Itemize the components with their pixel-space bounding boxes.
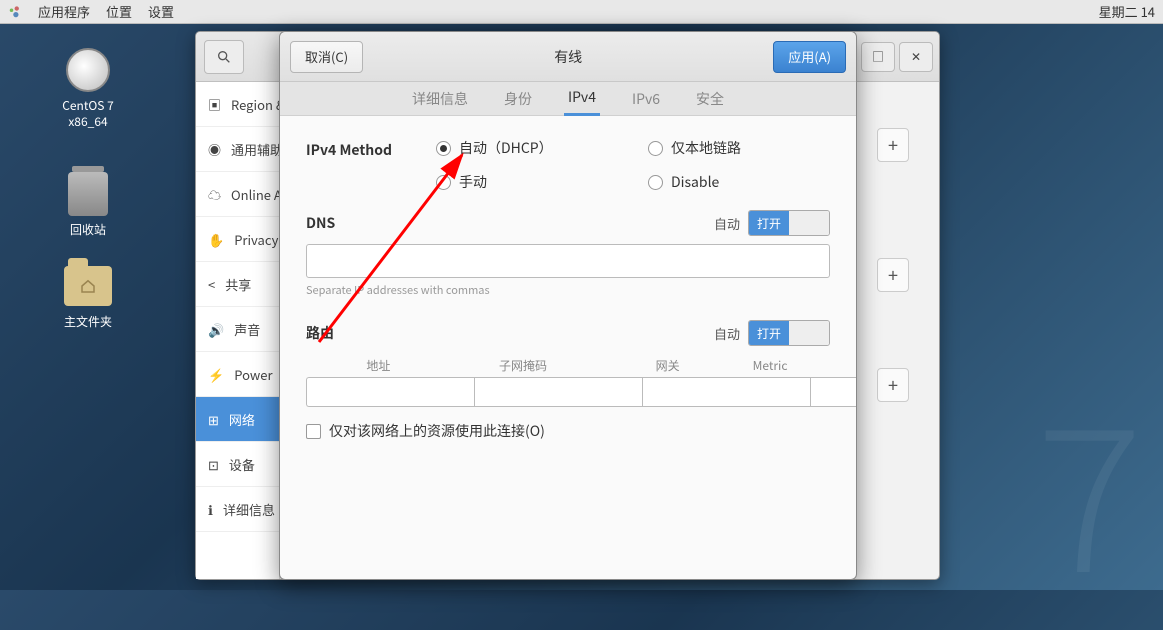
trash-icon [68, 172, 108, 216]
desktop-icon-label: 主文件夹 [48, 314, 128, 330]
desktop-icon-label: x86_64 [48, 114, 128, 130]
tab-identity[interactable]: 身份 [500, 83, 536, 115]
route-metric-input[interactable] [810, 377, 856, 407]
folder-icon [64, 266, 112, 306]
settings-sidebar: ▣Region & Language ◉通用辅助 ☁Online Account… [196, 82, 280, 579]
add-connection-button[interactable]: + [877, 128, 909, 162]
sidebar-item-share[interactable]: <共享 [196, 262, 279, 307]
only-this-network-label: 仅对该网络上的资源使用此连接(O) [329, 421, 545, 441]
tab-ipv4[interactable]: IPv4 [564, 81, 600, 116]
camera-icon: ▣ [208, 95, 221, 114]
radio-dot-icon [648, 175, 663, 190]
dialog-titlebar: 取消(C) 有线 应用(A) [280, 32, 856, 82]
dialog-title: 有线 [363, 47, 773, 67]
hand-icon: ✋ [208, 230, 224, 249]
search-button[interactable] [204, 40, 244, 74]
sidebar-item-accessibility[interactable]: ◉通用辅助 [196, 127, 279, 172]
routes-auto-label: 自动 [714, 324, 740, 343]
sidebar-item-sound[interactable]: 🔊声音 [196, 307, 279, 352]
route-col-addr: 地址 [306, 354, 451, 377]
sidebar-item-power[interactable]: ⚡Power [196, 352, 279, 397]
route-col-mask: 子网掩码 [451, 354, 596, 377]
sidebar-item-info[interactable]: ℹ详细信息 [196, 487, 279, 532]
desktop-icon-label: CentOS 7 [48, 98, 128, 114]
sidebar-item-region[interactable]: ▣Region & Language [196, 82, 279, 127]
only-this-network-checkbox[interactable] [306, 424, 321, 439]
menu-places[interactable]: 位置 [106, 2, 132, 21]
radio-link-local[interactable]: 仅本地链路 [648, 138, 830, 158]
close-button[interactable]: ✕ [899, 42, 933, 72]
radio-manual[interactable]: 手动 [436, 172, 618, 192]
clock[interactable]: 星期二 14 [1099, 2, 1155, 21]
dns-hint: Separate IP addresses with commas [306, 282, 830, 298]
radio-auto-dhcp[interactable]: 自动（DHCP） [436, 138, 618, 158]
power-icon: ⚡ [208, 365, 224, 384]
radio-dot-icon [436, 141, 451, 156]
apply-button[interactable]: 应用(A) [773, 41, 846, 73]
radio-dot-icon [648, 141, 663, 156]
routes-auto-toggle[interactable]: 打开 [748, 320, 830, 346]
cancel-button[interactable]: 取消(C) [290, 41, 363, 73]
sidebar-item-online[interactable]: ☁Online Accounts [196, 172, 279, 217]
devices-icon: ⊡ [208, 455, 219, 474]
top-menubar: 应用程序 位置 设置 星期二 14 [0, 0, 1163, 24]
dns-auto-toggle[interactable]: 打开 [748, 210, 830, 236]
route-row [306, 377, 830, 407]
network-icon: ⊞ [208, 410, 219, 429]
route-gw-input[interactable] [642, 377, 810, 407]
desktop-icon-home[interactable]: 主文件夹 [48, 262, 128, 330]
maximize-button[interactable]: □ [861, 42, 895, 72]
tab-ipv6[interactable]: IPv6 [628, 83, 664, 115]
desktop-icon-trash[interactable]: 回收站 [48, 170, 128, 238]
sound-icon: 🔊 [208, 320, 224, 339]
watermark-7: 7 [1036, 340, 1143, 630]
connection-dialog: 取消(C) 有线 应用(A) 详细信息 身份 IPv4 IPv6 安全 IPv4… [279, 31, 857, 580]
radio-disable[interactable]: Disable [648, 172, 830, 192]
add-connection-button[interactable]: + [877, 258, 909, 292]
share-icon: < [208, 275, 215, 294]
routes-label: 路由 [306, 323, 334, 343]
sidebar-item-devices[interactable]: ⊡设备 [196, 442, 279, 487]
disc-icon [66, 48, 110, 92]
cloud-icon: ☁ [208, 185, 221, 204]
menu-settings[interactable]: 设置 [148, 2, 174, 21]
add-connection-button[interactable]: + [877, 368, 909, 402]
desktop-icon-centos-disc[interactable]: CentOS 7 x86_64 [48, 46, 128, 129]
tab-details[interactable]: 详细信息 [408, 83, 472, 115]
sidebar-item-network[interactable]: ⊞网络 [196, 397, 279, 442]
route-mask-input[interactable] [474, 377, 642, 407]
dns-label: DNS [306, 213, 335, 233]
accessibility-icon: ◉ [208, 140, 221, 159]
search-icon [216, 49, 232, 65]
tab-security[interactable]: 安全 [692, 83, 728, 115]
route-addr-input[interactable] [306, 377, 474, 407]
route-col-gw: 网关 [595, 354, 740, 377]
dialog-body: IPv4 Method 自动（DHCP） 仅本地链路 手动 Disable DN… [280, 116, 856, 579]
dns-input[interactable] [306, 244, 830, 278]
dns-auto-label: 自动 [714, 214, 740, 233]
menu-applications[interactable]: 应用程序 [38, 2, 90, 21]
ipv4-method-label: IPv4 Method [306, 138, 416, 160]
desktop-icon-label: 回收站 [48, 222, 128, 238]
gnome-logo-icon [8, 5, 22, 19]
radio-dot-icon [436, 175, 451, 190]
route-col-metric: Metric [740, 354, 800, 377]
info-icon: ℹ [208, 500, 213, 519]
dialog-tabbar: 详细信息 身份 IPv4 IPv6 安全 [280, 82, 856, 116]
sidebar-item-privacy[interactable]: ✋Privacy [196, 217, 279, 262]
